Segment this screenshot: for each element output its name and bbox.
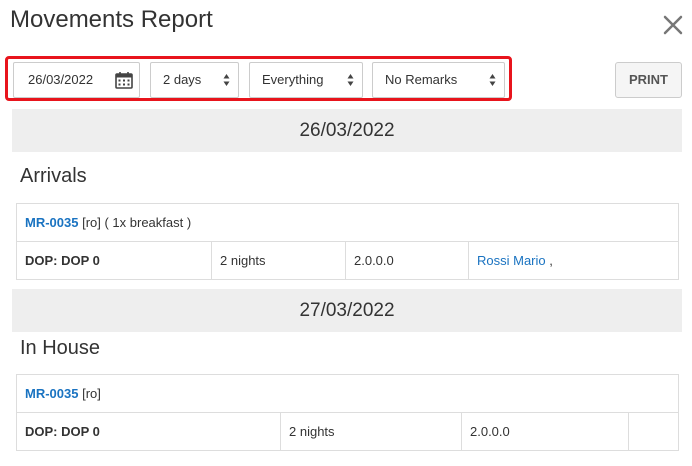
days-select[interactable]: 2 days bbox=[150, 62, 239, 98]
date-picker-field[interactable]: 26/03/2022 bbox=[13, 62, 140, 98]
dop-label: DOP: DOP 0 bbox=[25, 424, 100, 439]
remarks-select-value: No Remarks bbox=[385, 72, 458, 87]
dop-cell: DOP: DOP 0 bbox=[16, 412, 281, 451]
section-title-arrivals: Arrivals bbox=[20, 165, 87, 187]
scope-select-value: Everything bbox=[262, 72, 324, 87]
booking-detail: [ro] bbox=[82, 386, 101, 401]
calendar-icon[interactable] bbox=[115, 71, 133, 89]
guest-link[interactable]: Rossi Mario bbox=[477, 253, 546, 268]
version-cell: 2.0.0.0 bbox=[461, 412, 629, 451]
arrivals-table: MR-0035 [ro] ( 1x breakfast ) DOP: DOP 0… bbox=[16, 203, 679, 280]
in-house-table: MR-0035 [ro] DOP: DOP 0 2 nights 2.0.0.0 bbox=[15, 374, 680, 451]
print-button[interactable]: PRINT bbox=[615, 62, 682, 98]
dop-cell: DOP: DOP 0 bbox=[16, 241, 212, 280]
page-title: Movements Report bbox=[10, 6, 213, 33]
date-header: 27/03/2022 bbox=[12, 289, 682, 332]
updown-arrows-icon bbox=[489, 74, 496, 86]
booking-link[interactable]: MR-0035 bbox=[25, 386, 78, 401]
days-select-value: 2 days bbox=[163, 72, 202, 87]
updown-arrows-icon bbox=[347, 74, 354, 86]
date-value: 26/03/2022 bbox=[28, 72, 94, 87]
table-row: DOP: DOP 0 2 nights 2.0.0.0 bbox=[16, 412, 680, 451]
section-title-in-house: In House bbox=[20, 337, 101, 359]
guest-suffix: , bbox=[549, 253, 553, 268]
nights-cell: 2 nights bbox=[280, 412, 462, 451]
booking-cell: MR-0035 [ro] bbox=[15, 374, 680, 413]
version-cell: 2.0.0.0 bbox=[345, 241, 469, 280]
close-icon[interactable] bbox=[660, 12, 686, 38]
booking-row: MR-0035 [ro] bbox=[15, 374, 680, 413]
booking-detail: [ro] ( 1x breakfast ) bbox=[82, 215, 192, 230]
table-row: DOP: DOP 0 2 nights 2.0.0.0 Rossi Mario … bbox=[16, 241, 679, 280]
remarks-select[interactable]: No Remarks bbox=[372, 62, 505, 98]
scope-select[interactable]: Everything bbox=[249, 62, 363, 98]
nights-cell: 2 nights bbox=[211, 241, 346, 280]
dop-label: DOP: DOP 0 bbox=[25, 253, 100, 268]
booking-row: MR-0035 [ro] ( 1x breakfast ) bbox=[16, 203, 679, 242]
guest-cell: Rossi Mario , bbox=[468, 241, 679, 280]
booking-link[interactable]: MR-0035 bbox=[25, 215, 78, 230]
guest-cell bbox=[627, 412, 680, 451]
updown-arrows-icon bbox=[223, 74, 230, 86]
date-header: 26/03/2022 bbox=[12, 109, 682, 152]
booking-cell: MR-0035 [ro] ( 1x breakfast ) bbox=[16, 203, 679, 242]
